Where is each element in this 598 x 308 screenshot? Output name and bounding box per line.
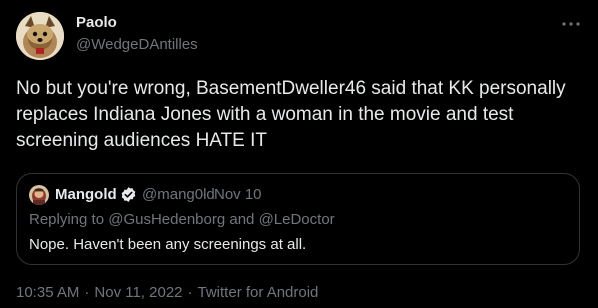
quoted-tweet-text: Nope. Haven't been any screenings at all… [29,236,307,253]
quoted-author-name[interactable]: Mangold [55,186,117,203]
quoted-author-avatar[interactable] [29,185,49,205]
yorkie-dog-avatar-icon [16,12,64,60]
quoted-tweet[interactable]: Mangold @mang0ld · Nov 10 Replying to @G… [16,173,580,265]
replying-joiner: and [229,211,255,228]
quoted-date[interactable]: Nov 10 [214,186,262,203]
tweet-source[interactable]: Twitter for Android [198,284,319,301]
tweet-date[interactable]: Nov 11, 2022 [94,284,182,301]
verified-badge-icon [120,186,137,203]
more-options-button[interactable] [555,10,587,38]
meta-separator: · [84,284,90,301]
author-handle[interactable]: @WedgeDAntilles [76,36,198,53]
tweet: Paolo @WedgeDAntilles No but you're wron… [0,0,598,308]
tweet-time[interactable]: 10:35 AM [16,284,79,301]
meta-separator: · [187,284,193,301]
author-avatar[interactable] [16,12,64,60]
mangold-avatar-icon [29,185,49,205]
replying-to-line: Replying to @GusHedenborg and @LeDoctor [29,211,335,228]
replying-user-link[interactable]: @GusHedenborg [108,211,225,228]
replying-user-link[interactable]: @LeDoctor [259,211,335,228]
more-horizontal-icon [562,22,580,26]
replying-prefix: Replying to [29,211,105,228]
tweet-metadata: 10:35 AM · Nov 11, 2022 · Twitter for An… [16,284,318,301]
tweet-text: No but you're wrong, BasementDweller46 s… [16,78,566,151]
quoted-separator: · [202,186,207,203]
author-name[interactable]: Paolo [76,14,117,31]
